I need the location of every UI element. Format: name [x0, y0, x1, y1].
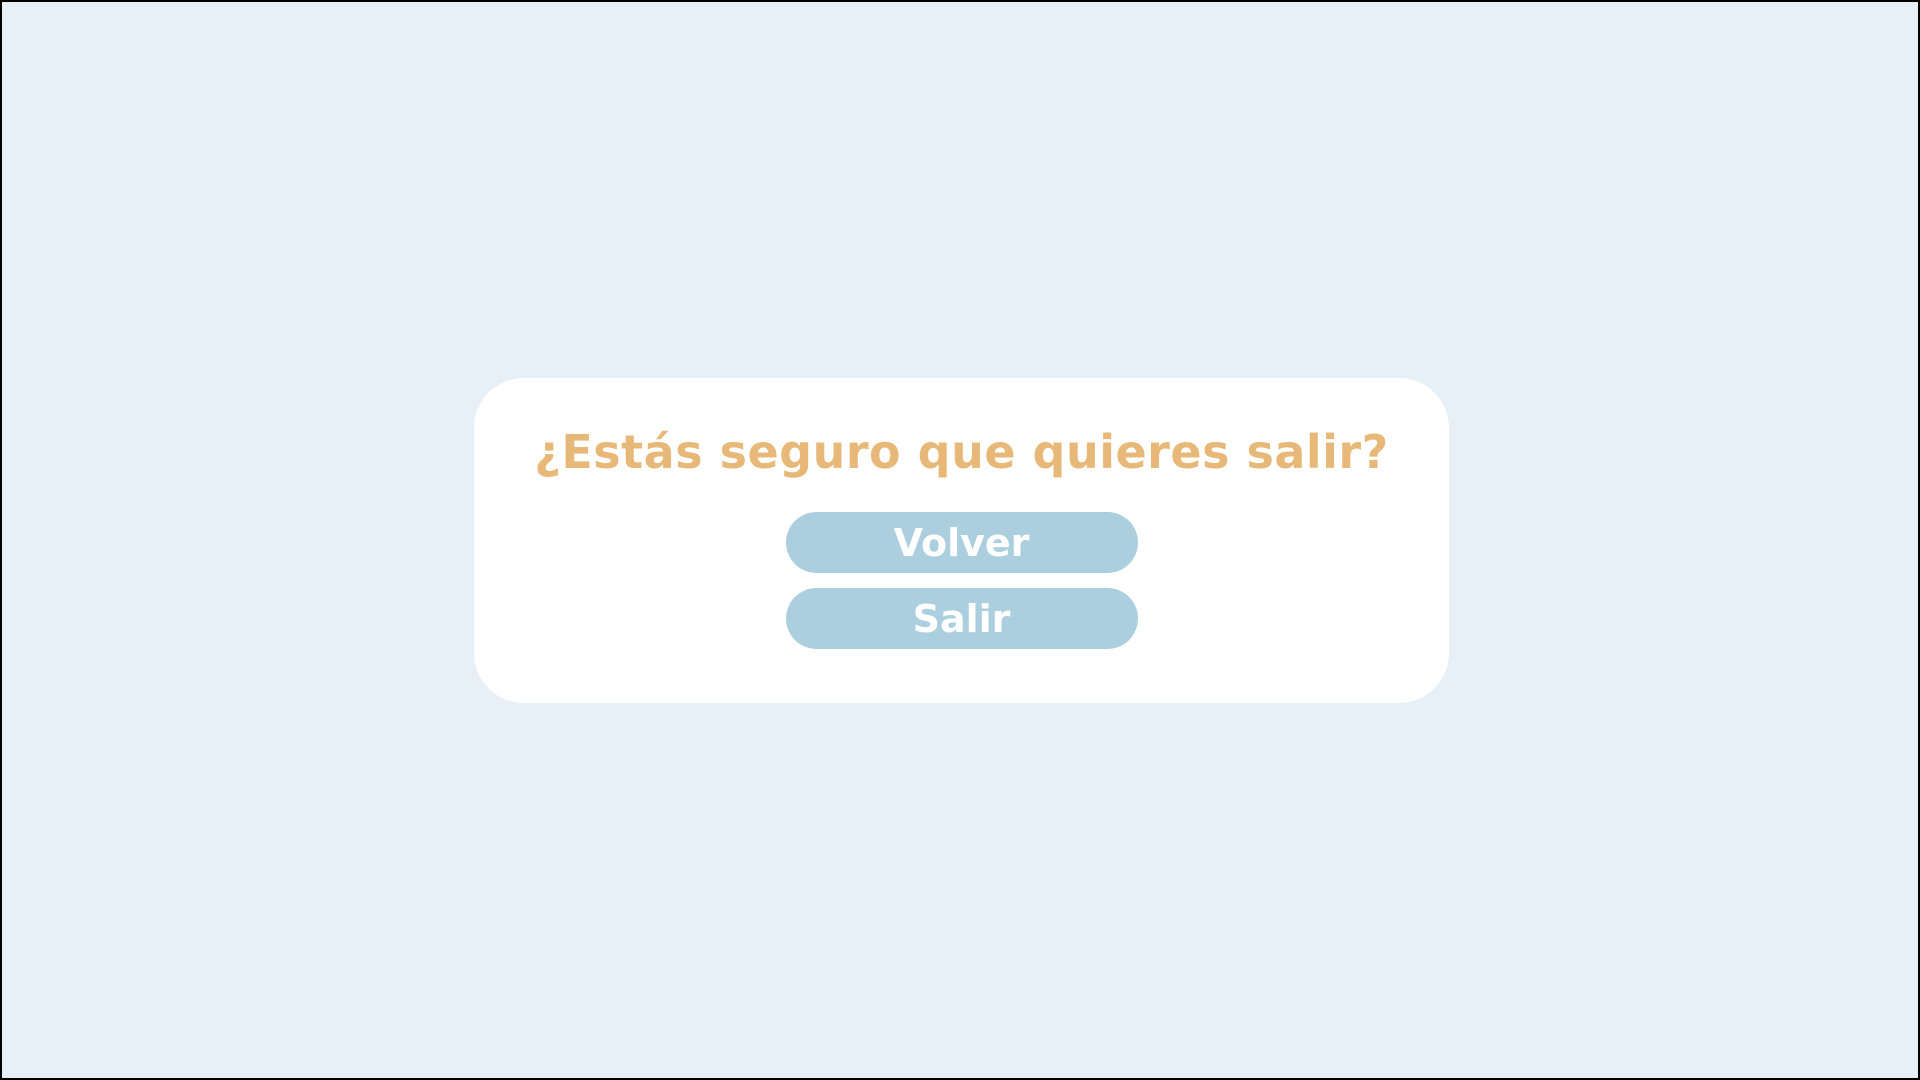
dialog-title: ¿Estás seguro que quieres salir?: [534, 425, 1389, 479]
back-button[interactable]: Volver: [785, 512, 1138, 573]
exit-confirm-screen: { "dialog": { "title": "¿Estás seguro qu…: [0, 0, 1920, 1080]
exit-button[interactable]: Salir: [785, 588, 1138, 649]
exit-confirm-dialog: ¿Estás seguro que quieres salir? Volver …: [474, 378, 1449, 703]
